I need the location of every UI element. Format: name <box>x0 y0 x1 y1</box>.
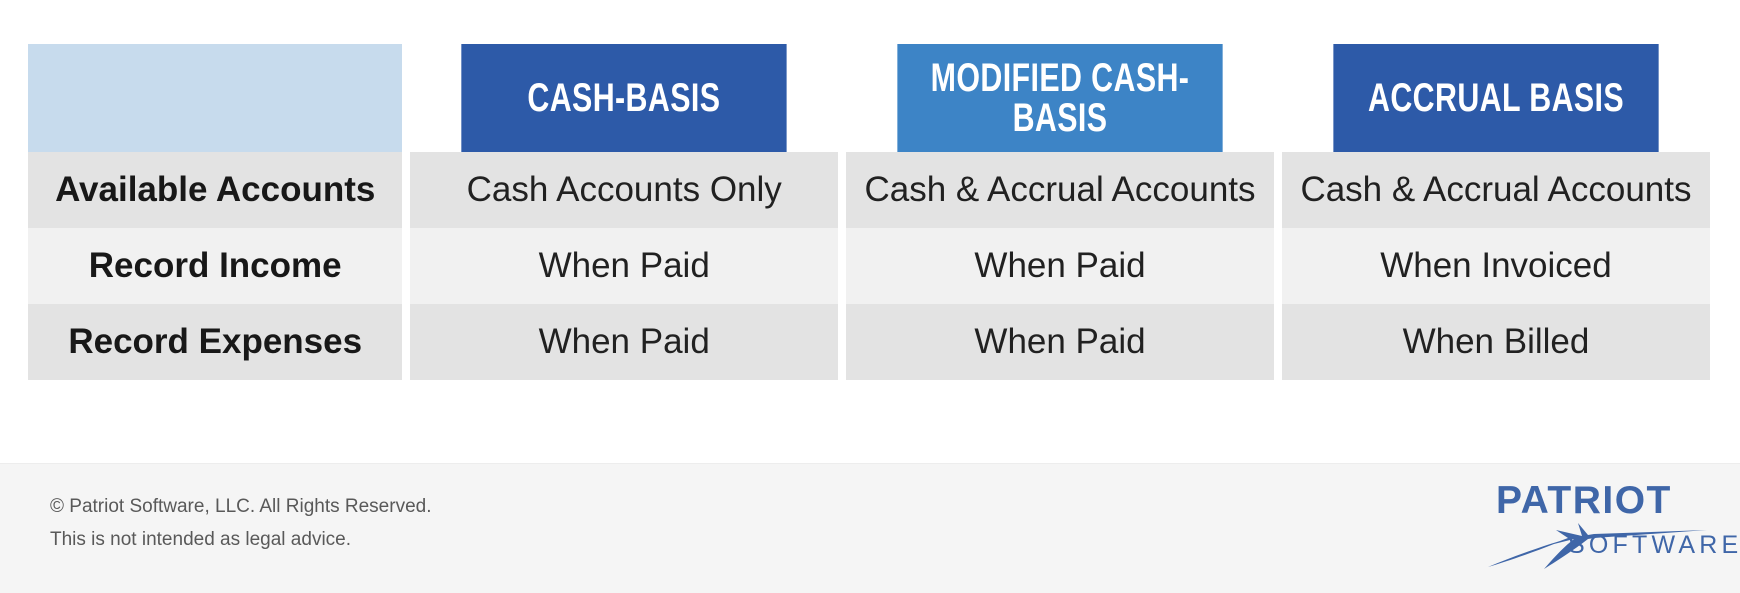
footer-copyright-line: © Patriot Software, LLC. All Rights Rese… <box>50 496 432 517</box>
cell-record-income-accrual: When Invoiced <box>1281 228 1710 304</box>
table-header-row: Cash-Basis Modified Cash-Basis Accrual B… <box>28 44 1710 152</box>
cell-record-expenses-accrual: When Billed <box>1281 304 1710 380</box>
column-gutter <box>1274 152 1282 228</box>
cell-record-expenses-cash: When Paid <box>410 304 839 380</box>
footer-disclaimer-line: This is not intended as legal advice. <box>50 529 352 550</box>
cell-record-income-cash: When Paid <box>410 228 839 304</box>
star-swoosh-icon <box>1488 523 1707 569</box>
cell-available-accounts-modified: Cash & Accrual Accounts <box>846 152 1275 228</box>
patriot-software-logo: PATRIOT SOFTWARE <box>1482 479 1738 573</box>
column-header-modified-cash-basis: Modified Cash-Basis <box>897 44 1223 152</box>
column-gutter <box>402 152 411 228</box>
column-gutter <box>402 228 411 304</box>
table-corner-cell <box>28 44 403 152</box>
column-gutter <box>838 304 847 380</box>
table-row: Available Accounts Cash Accounts Only Ca… <box>28 152 1710 228</box>
column-gutter <box>1274 304 1282 380</box>
table-row: Record Income When Paid When Paid When I… <box>28 228 1710 304</box>
cell-available-accounts-accrual: Cash & Accrual Accounts <box>1281 152 1710 228</box>
cell-record-expenses-modified: When Paid <box>846 304 1275 380</box>
row-label-available-accounts: Available Accounts <box>28 152 403 228</box>
column-header-accrual-basis: Accrual Basis <box>1333 44 1659 152</box>
logo-wordmark: PATRIOT <box>1496 479 1672 522</box>
cell-record-income-modified: When Paid <box>846 228 1275 304</box>
column-gutter <box>402 44 411 152</box>
column-gutter <box>1274 44 1282 152</box>
footer-legal-text: © Patriot Software, LLC. All Rights Rese… <box>50 490 432 556</box>
column-gutter <box>838 152 847 228</box>
row-label-record-income: Record Income <box>28 228 403 304</box>
infographic-page: Cash-Basis Modified Cash-Basis Accrual B… <box>0 0 1740 593</box>
column-gutter <box>1274 228 1282 304</box>
column-header-cash-basis: Cash-Basis <box>461 44 787 152</box>
column-gutter <box>838 228 847 304</box>
row-label-record-expenses: Record Expenses <box>28 304 403 380</box>
table-row: Record Expenses When Paid When Paid When… <box>28 304 1710 380</box>
column-gutter <box>402 304 411 380</box>
cell-available-accounts-cash: Cash Accounts Only <box>410 152 839 228</box>
column-gutter <box>838 44 847 152</box>
footer: © Patriot Software, LLC. All Rights Rese… <box>0 463 1740 593</box>
accounting-methods-comparison-table: Cash-Basis Modified Cash-Basis Accrual B… <box>28 44 1710 380</box>
